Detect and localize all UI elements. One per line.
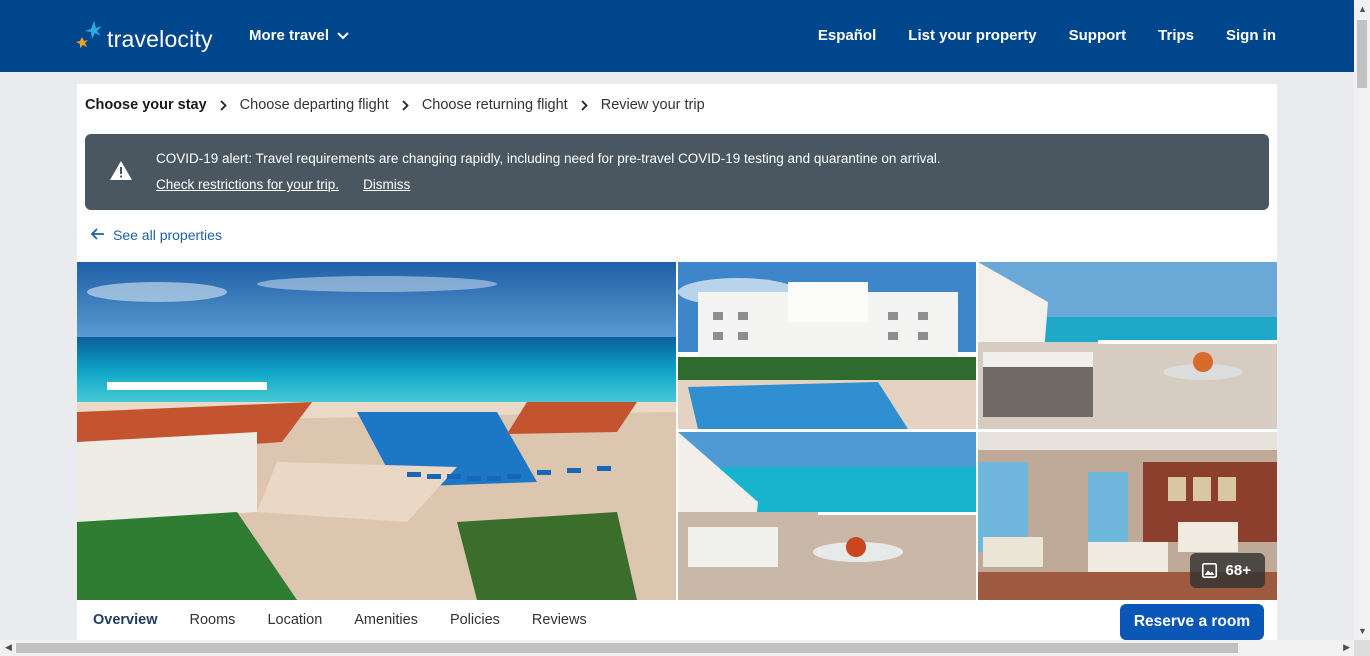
see-all-properties-label: See all properties (113, 227, 222, 243)
chevron-down-icon (337, 27, 349, 44)
travelocity-logo[interactable]: travelocity (76, 18, 213, 54)
property-panel: Choose your stay Choose departing flight… (77, 84, 1277, 644)
scroll-right-icon[interactable]: ▶ (1343, 642, 1350, 653)
nav-sign-in[interactable]: Sign in (1226, 27, 1276, 44)
tab-overview[interactable]: Overview (93, 612, 158, 628)
tab-rooms[interactable]: Rooms (190, 612, 236, 628)
chevron-right-icon (402, 99, 409, 111)
logo-star-icon (76, 19, 106, 53)
step-departing-flight[interactable]: Choose departing flight (240, 97, 389, 113)
horizontal-scrollbar[interactable]: ◀ ▶ (0, 640, 1354, 656)
chevron-right-icon (220, 99, 227, 111)
living-room-photo[interactable]: 68+ (978, 432, 1277, 600)
photo-count-button[interactable]: 68+ (1189, 553, 1265, 588)
logo-text: travelocity (107, 25, 213, 52)
tab-policies[interactable]: Policies (450, 612, 500, 628)
photo-gallery: 68+ (77, 262, 1277, 600)
balcony-view-photo[interactable] (678, 432, 976, 600)
reserve-room-button[interactable]: Reserve a room (1120, 604, 1264, 640)
nav-espanol[interactable]: Español (818, 27, 876, 44)
hotel-exterior-photo[interactable] (678, 262, 976, 429)
see-all-properties-link[interactable]: See all properties (90, 227, 222, 243)
step-returning-flight[interactable]: Choose returning flight (422, 97, 568, 113)
step-choose-stay: Choose your stay (85, 97, 207, 113)
breadcrumb: Choose your stay Choose departing flight… (85, 97, 705, 113)
tab-reviews[interactable]: Reviews (532, 612, 587, 628)
check-restrictions-link[interactable]: Check restrictions for your trip. (156, 177, 339, 192)
vertical-scrollbar[interactable]: ▲ ▼ (1354, 0, 1370, 640)
photo-count: 68+ (1225, 562, 1251, 579)
tab-amenities[interactable]: Amenities (354, 612, 418, 628)
top-header: travelocity More travel Español List you… (0, 0, 1354, 72)
scroll-up-icon[interactable]: ▲ (1358, 4, 1367, 14)
scrollbar-corner (1354, 640, 1370, 656)
header-nav: Español List your property Support Trips… (818, 27, 1276, 44)
horizontal-scroll-thumb[interactable] (16, 643, 1238, 653)
more-travel-menu[interactable]: More travel (249, 27, 349, 44)
alert-message: COVID-19 alert: Travel requirements are … (156, 151, 941, 166)
main-hotel-photo[interactable] (77, 262, 676, 600)
covid-alert: COVID-19 alert: Travel requirements are … (85, 134, 1269, 210)
gallery-icon (1201, 563, 1217, 578)
nav-list-property[interactable]: List your property (908, 27, 1036, 44)
tab-location[interactable]: Location (267, 612, 322, 628)
dismiss-link[interactable]: Dismiss (363, 177, 410, 192)
warning-icon (109, 160, 133, 186)
chevron-right-icon (581, 99, 588, 111)
scroll-down-icon[interactable]: ▼ (1358, 626, 1367, 636)
vertical-scroll-thumb[interactable] (1357, 20, 1367, 88)
scroll-left-icon[interactable]: ◀ (5, 642, 12, 653)
nav-support[interactable]: Support (1069, 27, 1127, 44)
balcony-jacuzzi-photo[interactable] (978, 262, 1277, 429)
property-tabs: Overview Rooms Location Amenities Polici… (93, 612, 587, 628)
nav-trips[interactable]: Trips (1158, 27, 1194, 44)
alert-links: Check restrictions for your trip. Dismis… (156, 177, 410, 192)
more-travel-label: More travel (249, 27, 330, 44)
arrow-left-icon (90, 227, 105, 243)
step-review-trip[interactable]: Review your trip (601, 97, 705, 113)
